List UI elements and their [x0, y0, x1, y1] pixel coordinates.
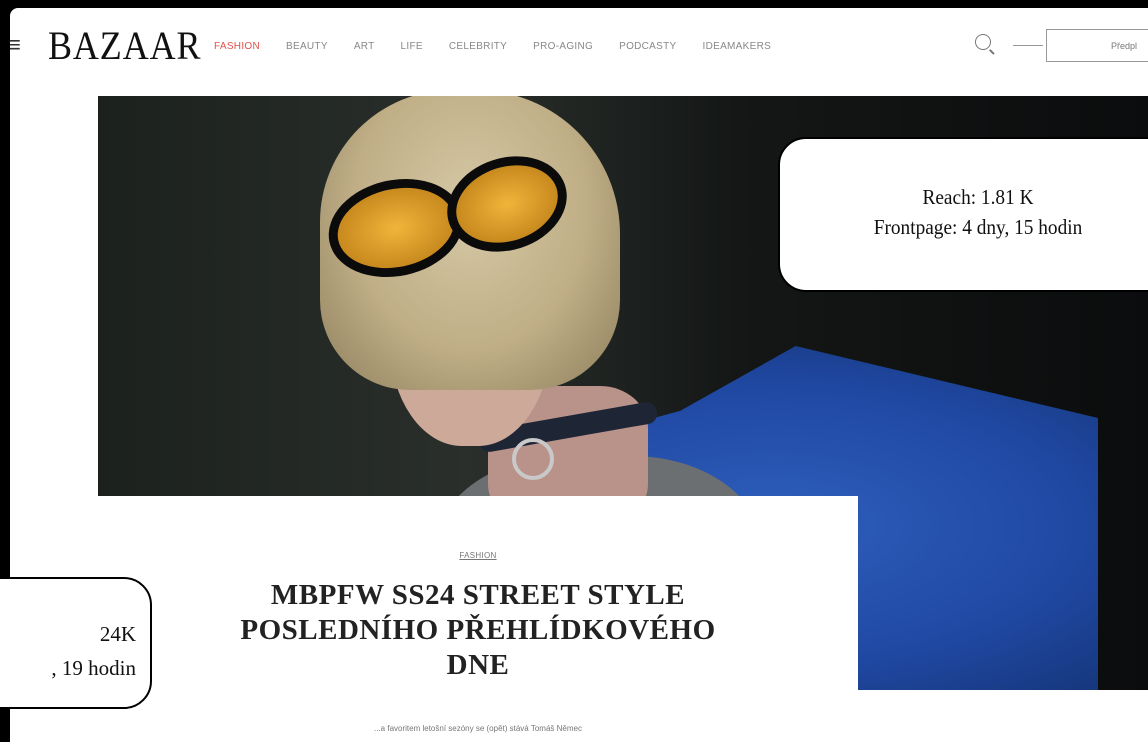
header-divider [1013, 45, 1043, 46]
hero-collar-ring [512, 438, 554, 480]
stats-overlay-left: 24K , 19 hodin [0, 577, 152, 709]
search-icon[interactable] [975, 34, 991, 50]
stats-overlay-right: Reach: 1.81 K Frontpage: 4 dny, 15 hodin [778, 137, 1148, 292]
nav-item-art[interactable]: ART [354, 41, 375, 52]
article-title-line: POSLEDNÍHO PŘEHLÍDKOVÉHO [240, 614, 716, 646]
article-card[interactable]: FASHION MBPFW SS24 STREET STYLE POSLEDNÍ… [98, 496, 858, 742]
article-title-line: DNE [446, 649, 510, 681]
main-nav: FASHION BEAUTY ART LIFE CELEBRITY PRO-AG… [214, 41, 797, 52]
hamburger-menu-icon[interactable]: ≡ [10, 32, 21, 58]
reach-stat: Reach: 1.81 K [922, 185, 1034, 209]
nav-item-pro-aging[interactable]: PRO-AGING [533, 41, 593, 52]
reach-stat: 24K [99, 622, 136, 646]
frontpage-stat: , 19 hodin [51, 656, 136, 680]
nav-item-life[interactable]: LIFE [401, 41, 423, 52]
site-header: ≡ BAZAAR FASHION BEAUTY ART LIFE CELEBRI… [10, 8, 1148, 88]
article-title[interactable]: MBPFW SS24 STREET STYLE POSLEDNÍHO PŘEHL… [158, 578, 798, 683]
frontpage-stat: Frontpage: 4 dny, 15 hodin [873, 215, 1083, 239]
subscribe-button[interactable]: Předpl [1046, 29, 1148, 62]
page-frame: ≡ BAZAAR FASHION BEAUTY ART LIFE CELEBRI… [10, 8, 1148, 742]
nav-item-ideamakers[interactable]: IDEAMAKERS [703, 41, 772, 52]
nav-item-fashion[interactable]: FASHION [214, 41, 260, 52]
nav-item-beauty[interactable]: BEAUTY [286, 41, 328, 52]
site-logo[interactable]: BAZAAR [48, 22, 201, 69]
nav-item-celebrity[interactable]: CELEBRITY [449, 41, 507, 52]
article-title-line: MBPFW SS24 STREET STYLE [270, 579, 686, 611]
article-category[interactable]: FASHION [98, 551, 858, 560]
nav-item-podcasty[interactable]: PODCASTY [619, 41, 676, 52]
article-perex: ...a favoritem letošní sezóny se (opět) … [374, 724, 582, 733]
